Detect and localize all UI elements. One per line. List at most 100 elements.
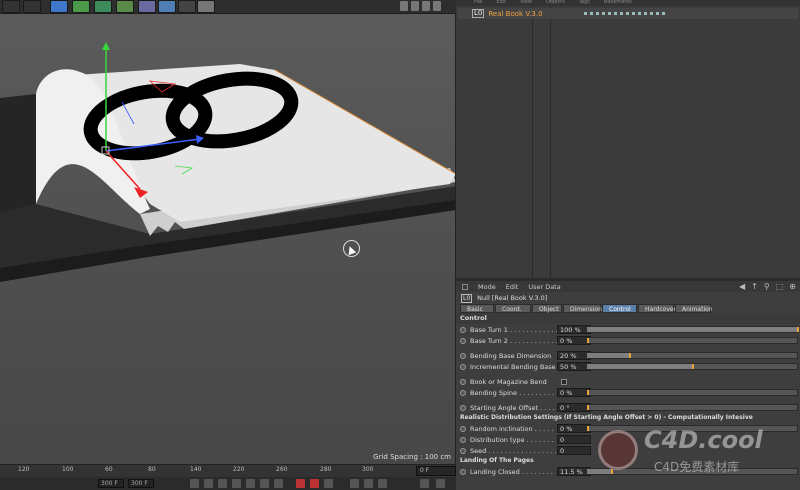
menu-tags[interactable]: Tags (579, 0, 590, 6)
animate-toggle-icon[interactable] (460, 378, 466, 385)
timeline-ruler[interactable]: 120 100 60 80 140 220 260 280 300 0 F (0, 464, 456, 477)
keyframe-selection-icon[interactable] (324, 479, 333, 488)
tab-hardcover[interactable]: Hardcover (638, 304, 676, 313)
transport-bar: 300 F 300 F (0, 477, 456, 490)
tab-control[interactable]: Control (602, 304, 637, 313)
object-name[interactable]: Real Book V.3.0 (488, 10, 542, 18)
light-icon[interactable] (197, 0, 215, 13)
next-frame-icon[interactable] (246, 479, 255, 488)
move-view-icon[interactable] (400, 1, 408, 11)
param-slider[interactable] (586, 326, 799, 333)
tab-animation[interactable]: Animation (675, 304, 713, 313)
menu-view[interactable]: View (520, 0, 532, 6)
tag-icon[interactable] (601, 12, 605, 15)
param-row: Incremental Bending Base 50 % (456, 361, 800, 372)
tag-icon[interactable] (607, 12, 611, 15)
param-checkbox[interactable] (561, 378, 567, 385)
rotate-view-icon[interactable] (422, 1, 430, 11)
tag-icon[interactable] (589, 12, 593, 15)
tab-dimension[interactable]: Dimension (563, 304, 602, 313)
param-slider[interactable] (586, 352, 798, 359)
main-toolbar (0, 0, 456, 14)
go-to-start-icon[interactable] (190, 479, 199, 488)
param-slider[interactable] (586, 337, 798, 344)
tag-icon[interactable] (631, 12, 635, 15)
3d-viewport[interactable]: Grid Spacing : 100 cm (0, 14, 456, 464)
rotate-key-icon[interactable] (378, 479, 387, 488)
tag-icon[interactable] (655, 12, 659, 15)
param-value-field[interactable]: 0 (557, 435, 591, 444)
render-picture-viewer-icon[interactable] (23, 0, 41, 13)
back-arrow-icon[interactable]: ◀ (739, 282, 745, 291)
go-to-end-icon[interactable] (274, 479, 283, 488)
current-frame-field[interactable]: 0 F (416, 466, 456, 476)
param-slider[interactable] (586, 425, 798, 432)
timeline-menu-icon[interactable] (436, 479, 445, 488)
record-icon[interactable] (296, 479, 305, 488)
animate-toggle-icon[interactable] (460, 352, 466, 359)
cube-icon[interactable] (50, 0, 68, 13)
tag-icon[interactable] (661, 12, 665, 15)
tab-basic[interactable]: Basic (460, 304, 494, 313)
start-frame-field[interactable]: 300 F (98, 479, 124, 488)
param-slider[interactable] (586, 404, 798, 411)
menu-objects[interactable]: Objects (546, 0, 565, 6)
array-icon[interactable] (116, 0, 134, 13)
tag-icon[interactable] (583, 12, 587, 15)
prev-key-icon[interactable] (204, 479, 213, 488)
grid-spacing-label: Grid Spacing : 100 cm (373, 453, 451, 461)
param-slider[interactable] (586, 468, 798, 475)
next-key-icon[interactable] (260, 479, 269, 488)
param-slider[interactable] (586, 363, 798, 370)
deformer-icon[interactable] (138, 0, 156, 13)
param-label: Landing Closed . . . . . . . . (470, 467, 553, 476)
menu-edit[interactable]: Edit (496, 0, 506, 6)
animate-toggle-icon[interactable] (460, 389, 466, 396)
animate-toggle-icon[interactable] (460, 404, 466, 411)
play-icon[interactable] (232, 479, 241, 488)
animate-toggle-icon[interactable] (460, 425, 466, 432)
subdivision-icon[interactable] (94, 0, 112, 13)
param-slider[interactable] (586, 389, 798, 396)
animate-toggle-icon[interactable] (460, 447, 466, 454)
tag-icon[interactable] (643, 12, 647, 15)
object-row-real-book[interactable]: L0 Real Book V.3.0 (458, 8, 798, 19)
menu-mode[interactable]: Mode (478, 283, 496, 291)
menu-edit[interactable]: Edit (506, 283, 519, 291)
scale-key-icon[interactable] (364, 479, 373, 488)
menu-file[interactable]: File (474, 0, 482, 6)
panel-menu-icon[interactable] (462, 283, 468, 290)
tag-icon[interactable] (613, 12, 617, 15)
zoom-view-icon[interactable] (411, 1, 419, 11)
tag-icon[interactable] (625, 12, 629, 15)
animate-toggle-icon[interactable] (460, 326, 466, 333)
param-value-field[interactable]: 0 (557, 446, 591, 455)
menu-user-data[interactable]: User Data (528, 283, 560, 291)
pen-icon[interactable] (72, 0, 90, 13)
menu-bookmarks[interactable]: Bookmarks (604, 0, 632, 6)
prev-frame-icon[interactable] (218, 479, 227, 488)
timeline-options-icon[interactable] (420, 479, 429, 488)
animate-toggle-icon[interactable] (460, 363, 466, 370)
tab-object[interactable]: Object (532, 304, 562, 313)
up-arrow-icon[interactable]: ↑ (751, 282, 758, 291)
object-manager-menu: File Edit View Objects Tags Bookmarks (456, 0, 800, 6)
tag-icon[interactable] (619, 12, 623, 15)
tab-coord[interactable]: Coord. (495, 304, 531, 313)
autokey-icon[interactable] (310, 479, 319, 488)
camera-icon[interactable] (178, 0, 196, 13)
tag-icon[interactable] (649, 12, 653, 15)
search-icon[interactable]: ⚲ (764, 282, 770, 291)
animate-toggle-icon[interactable] (460, 337, 466, 344)
floor-icon[interactable] (158, 0, 176, 13)
move-key-icon[interactable] (350, 479, 359, 488)
maximize-view-icon[interactable] (433, 1, 441, 11)
tag-icon[interactable] (595, 12, 599, 15)
lock-icon[interactable]: ⬚ (776, 282, 784, 291)
new-panel-icon[interactable]: ⊕ (789, 282, 796, 291)
end-frame-field[interactable]: 300 F (128, 479, 154, 488)
render-view-icon[interactable] (2, 0, 20, 13)
tag-icon[interactable] (637, 12, 641, 15)
animate-toggle-icon[interactable] (460, 468, 466, 475)
animate-toggle-icon[interactable] (460, 436, 466, 443)
